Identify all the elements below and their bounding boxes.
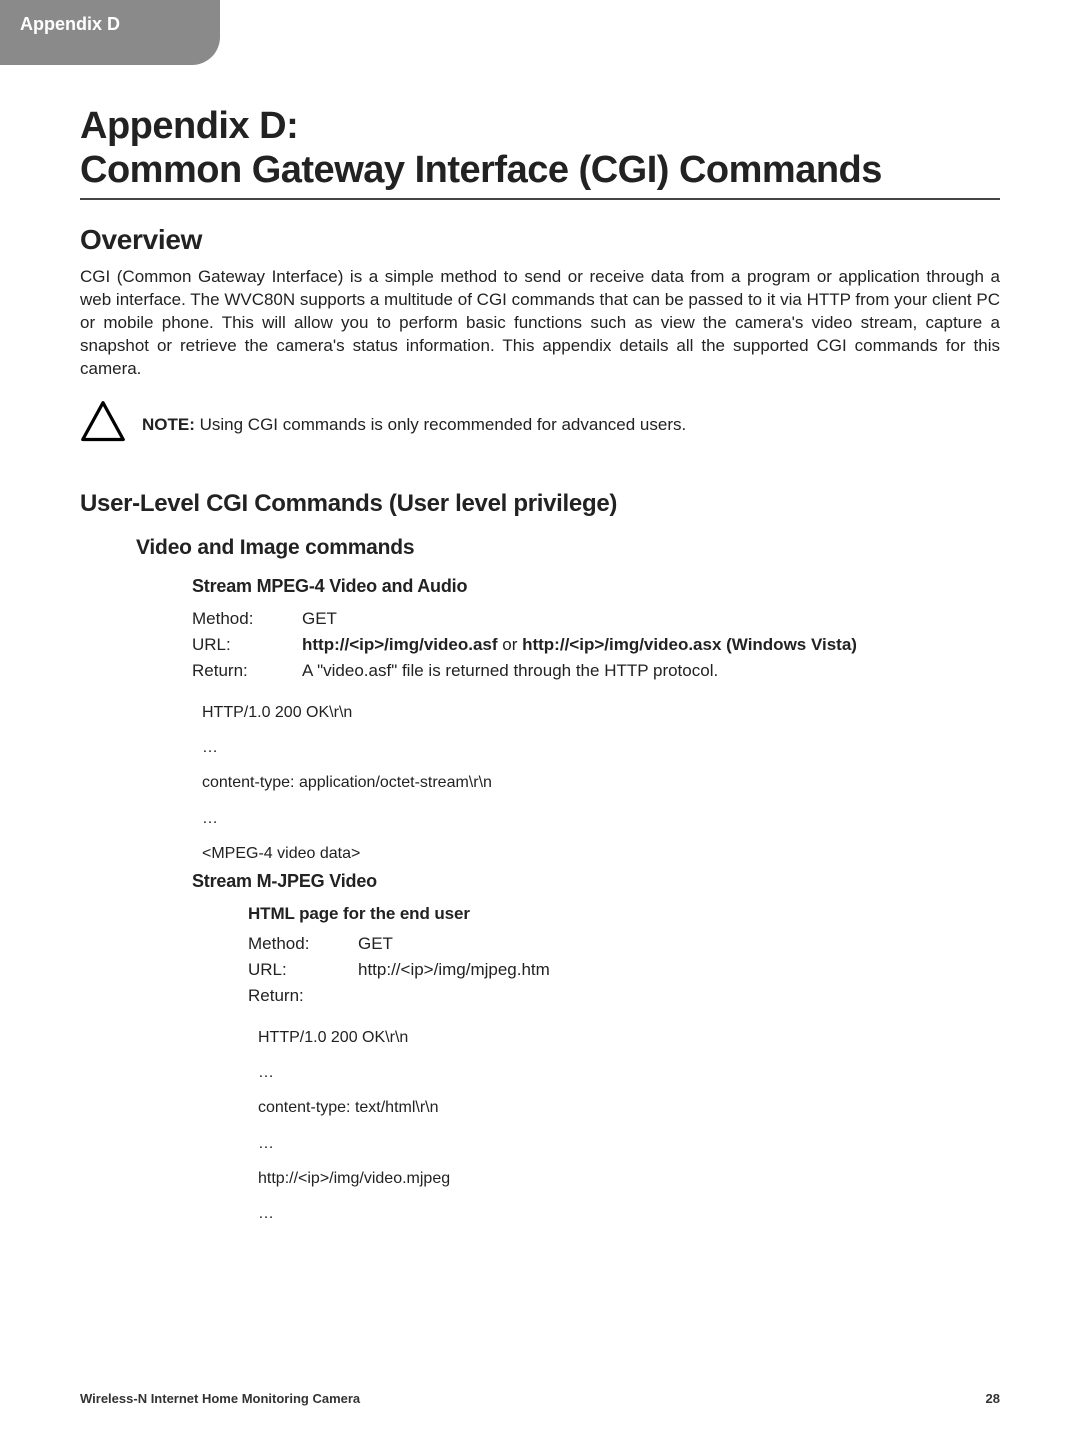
cmd2-ret-3: … — [258, 1126, 1000, 1161]
cmd2-ret-5: … — [258, 1196, 1000, 1231]
cmd2-ret-2: content-type: text/html\r\n — [258, 1090, 1000, 1125]
cmd2-ret-4: http://<ip>/img/video.mjpeg — [258, 1161, 1000, 1196]
title-line-2: Common Gateway Interface (CGI) Commands — [80, 149, 882, 191]
cmd2-url-bold: http://<ip>/img/mjpeg.htm — [358, 960, 550, 979]
cmd2-return-block: HTTP/1.0 200 OK\r\n … content-type: text… — [258, 1020, 1000, 1231]
footer-left: Wireless-N Internet Home Monitoring Came… — [80, 1391, 360, 1406]
cmd2-url-value: http://<ip>/img/mjpeg.htm — [358, 960, 1000, 980]
title-line-1: Appendix D: — [80, 105, 298, 147]
warning-icon — [80, 399, 126, 450]
cmd1-return-block: HTTP/1.0 200 OK\r\n … content-type: appl… — [202, 695, 1000, 871]
cmd1-url-mid: or — [498, 635, 523, 654]
cmd1-url-value: http://<ip>/img/video.asf or http://<ip>… — [302, 635, 1000, 655]
video-image-heading: Video and Image commands — [136, 536, 1000, 560]
cmd2-ret-0: HTTP/1.0 200 OK\r\n — [258, 1020, 1000, 1055]
note-text: NOTE: Using CGI commands is only recomme… — [142, 415, 686, 435]
cmd1-return-label: Return: — [192, 661, 302, 681]
cmd1-title: Stream MPEG-4 Video and Audio — [192, 576, 1000, 597]
cmd1-url-bold2: http://<ip>/img/video.asx (Windows Vista… — [522, 635, 857, 654]
cmd2-method-label: Method: — [248, 934, 358, 954]
cmd2-subtitle: HTML page for the end user — [248, 904, 1000, 924]
cmd2-return-value — [358, 986, 1000, 1006]
overview-body: CGI (Common Gateway Interface) is a simp… — [80, 266, 1000, 381]
note-body: Using CGI commands is only recommended f… — [195, 415, 686, 434]
title-rule — [80, 198, 1000, 200]
cmd2-kv: Method: GET URL: http://<ip>/img/mjpeg.h… — [248, 934, 1000, 1006]
appendix-tab: Appendix D — [0, 0, 220, 65]
footer-page-number: 28 — [986, 1391, 1000, 1406]
cmd2-ret-1: … — [258, 1055, 1000, 1090]
cmd2-url-label: URL: — [248, 960, 358, 980]
cmd1-return-value: A "video.asf" file is returned through t… — [302, 661, 1000, 681]
cmd1-ret-0: HTTP/1.0 200 OK\r\n — [202, 695, 1000, 730]
cmd1-ret-2: content-type: application/octet-stream\r… — [202, 765, 1000, 800]
cmd1-method-label: Method: — [192, 609, 302, 629]
cmd2-title: Stream M-JPEG Video — [192, 871, 1000, 892]
cmd1-url-bold1: http://<ip>/img/video.asf — [302, 635, 498, 654]
note-callout: NOTE: Using CGI commands is only recomme… — [80, 399, 1000, 450]
cmd1-ret-1: … — [202, 730, 1000, 765]
note-label: NOTE: — [142, 415, 195, 434]
page-content: Appendix D: Common Gateway Interface (CG… — [0, 65, 1080, 1271]
user-level-heading: User-Level CGI Commands (User level priv… — [80, 490, 1000, 518]
cmd2-return-label: Return: — [248, 986, 358, 1006]
cmd1-url-label: URL: — [192, 635, 302, 655]
cmd1-method-value: GET — [302, 609, 1000, 629]
cmd1-ret-4: <MPEG-4 video data> — [202, 836, 1000, 871]
cmd1-ret-3: … — [202, 801, 1000, 836]
cmd1-kv: Method: GET URL: http://<ip>/img/video.a… — [192, 609, 1000, 681]
overview-heading: Overview — [80, 224, 1000, 256]
page-title: Appendix D: Common Gateway Interface (CG… — [80, 105, 1000, 192]
cmd2-method-value: GET — [358, 934, 1000, 954]
page-footer: Wireless-N Internet Home Monitoring Came… — [0, 1391, 1080, 1436]
